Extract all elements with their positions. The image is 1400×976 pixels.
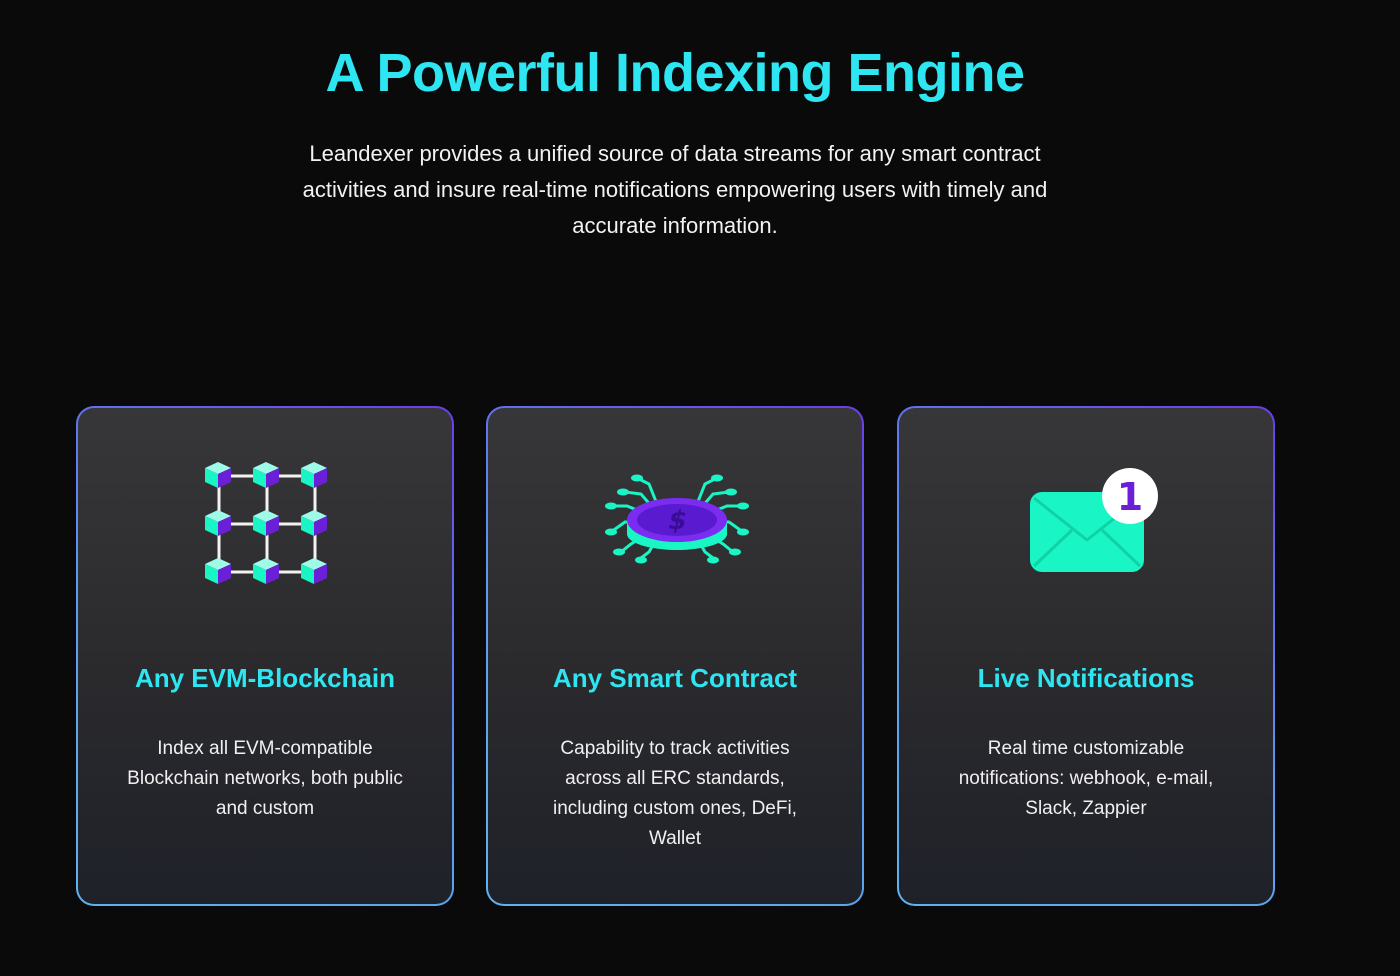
feature-description: Capability to track activities across al… — [553, 738, 797, 849]
feature-description: Real time customizable notifications: we… — [958, 738, 1214, 819]
smart-contract-coin-icon: $ — [597, 448, 757, 588]
feature-title: Live Notifications — [977, 663, 1195, 693]
notification-count-badge: 1 — [1117, 475, 1143, 519]
feature-card-live-notifications: 1 Live Notifications Real time customiza… — [897, 406, 1275, 906]
blockchain-network-icon — [187, 448, 347, 588]
feature-description: Index all EVM-compatible Blockchain netw… — [127, 738, 403, 819]
feature-title: Any EVM-Blockchain — [134, 663, 396, 693]
feature-card-smart-contract: $ Any Smart Contract Capability to track… — [486, 406, 864, 906]
notification-envelope-icon: 1 — [1008, 448, 1168, 588]
page-subtitle: Leandexer provides a unified source of d… — [302, 141, 1048, 238]
feature-card-evm-blockchain: Any EVM-Blockchain Index all EVM-compati… — [76, 406, 454, 906]
feature-title: Any Smart Contract — [552, 663, 798, 693]
page-title: A Powerful Indexing Engine — [325, 43, 1025, 103]
